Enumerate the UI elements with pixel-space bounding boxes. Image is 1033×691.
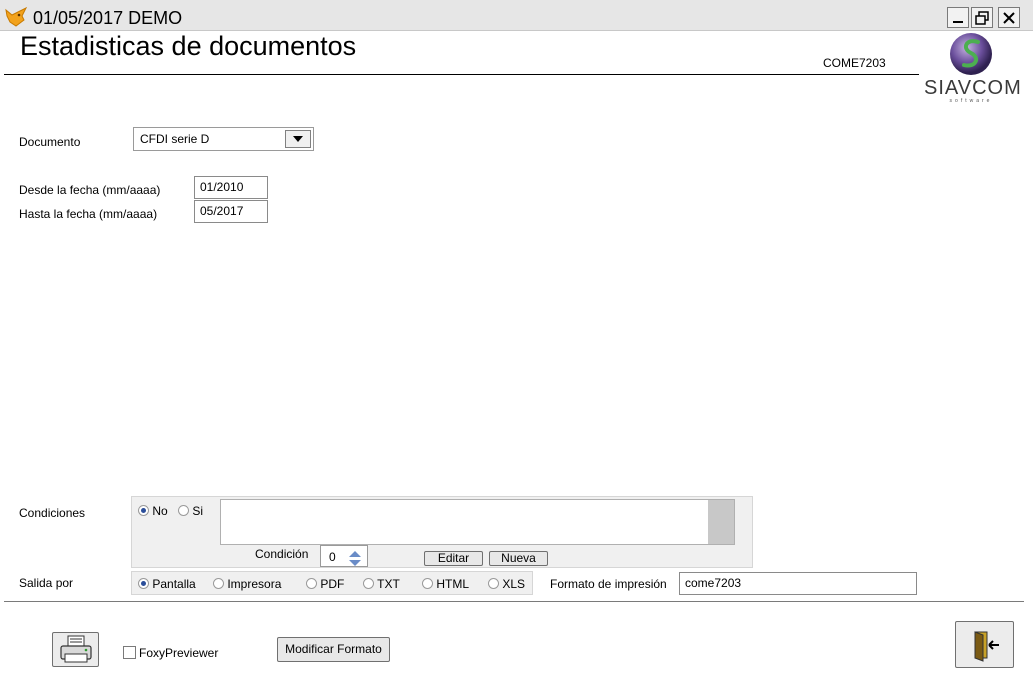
textarea-scrollbar[interactable] — [708, 500, 734, 544]
siavcom-logo: SIAVCOM software — [924, 32, 1022, 104]
page-title: Estadisticas de documentos — [20, 31, 357, 61]
app-fox-icon — [4, 6, 28, 28]
salida-radio-pdf[interactable]: PDF — [306, 577, 344, 591]
form-code: COME7203 — [823, 56, 886, 70]
salida-label: Salida por — [19, 576, 74, 590]
header-divider — [4, 74, 919, 75]
desde-label: Desde la fecha (mm/aaaa) — [19, 183, 161, 197]
stepper-up-icon[interactable] — [343, 547, 367, 557]
printer-icon — [59, 635, 92, 663]
exit-button[interactable] — [955, 621, 1014, 668]
condicion-stepper[interactable]: 0 — [320, 545, 368, 567]
radio-selected-icon — [138, 505, 149, 516]
condiciones-radio-si[interactable]: Si — [178, 504, 203, 518]
condiciones-textarea[interactable] — [220, 499, 735, 545]
modificar-formato-button[interactable]: Modificar Formato — [277, 637, 390, 662]
editar-button[interactable]: Editar — [424, 551, 483, 566]
logo-tagline: software — [949, 98, 993, 104]
footer-divider — [4, 601, 1024, 602]
radio-icon — [422, 578, 433, 589]
window-title: 01/05/2017 DEMO — [33, 8, 183, 28]
minimize-icon[interactable] — [947, 7, 969, 28]
documento-select[interactable]: CFDI serie D — [133, 127, 314, 151]
stepper-down-icon[interactable] — [343, 557, 367, 566]
logo-emblem-icon — [950, 33, 992, 75]
hasta-label: Hasta la fecha (mm/aaaa) — [19, 207, 158, 221]
foxy-label: FoxyPreviewer — [139, 646, 219, 660]
radio-icon — [488, 578, 499, 589]
chevron-down-icon[interactable] — [285, 130, 311, 148]
salida-radio-html[interactable]: HTML — [422, 577, 469, 591]
condicion-label: Condición — [255, 547, 309, 561]
formato-field[interactable]: come7203 — [679, 572, 917, 595]
condiciones-label: Condiciones — [19, 506, 86, 520]
foxy-checkbox[interactable] — [123, 646, 136, 659]
desde-field[interactable]: 01/2010 — [194, 176, 268, 199]
radio-selected-icon — [138, 578, 149, 589]
formato-label: Formato de impresión — [550, 577, 667, 591]
salida-radio-xls[interactable]: XLS — [488, 577, 525, 591]
salida-panel: Pantalla Impresora PDF TXT HTML XLS — [131, 571, 533, 595]
documento-label: Documento — [19, 135, 81, 149]
condiciones-radio-no[interactable]: No — [138, 504, 168, 518]
radio-icon — [213, 578, 224, 589]
documento-value: CFDI serie D — [140, 132, 210, 146]
close-icon[interactable] — [998, 7, 1020, 28]
restore-icon[interactable] — [971, 7, 993, 28]
title-bar: 01/05/2017 DEMO — [0, 0, 1033, 31]
logo-text: SIAVCOM — [924, 77, 1022, 99]
radio-icon — [178, 505, 189, 516]
nueva-button[interactable]: Nueva — [489, 551, 548, 566]
salida-radio-pantalla[interactable]: Pantalla — [138, 577, 196, 591]
exit-door-icon — [974, 631, 999, 662]
hasta-field[interactable]: 05/2017 — [194, 200, 268, 223]
salida-radio-impresora[interactable]: Impresora — [213, 577, 281, 591]
radio-icon — [363, 578, 374, 589]
salida-radio-txt[interactable]: TXT — [363, 577, 400, 591]
radio-icon — [306, 578, 317, 589]
condiciones-panel: No Si Condición 0 Editar Nueva — [131, 496, 753, 568]
print-button[interactable] — [52, 632, 99, 667]
